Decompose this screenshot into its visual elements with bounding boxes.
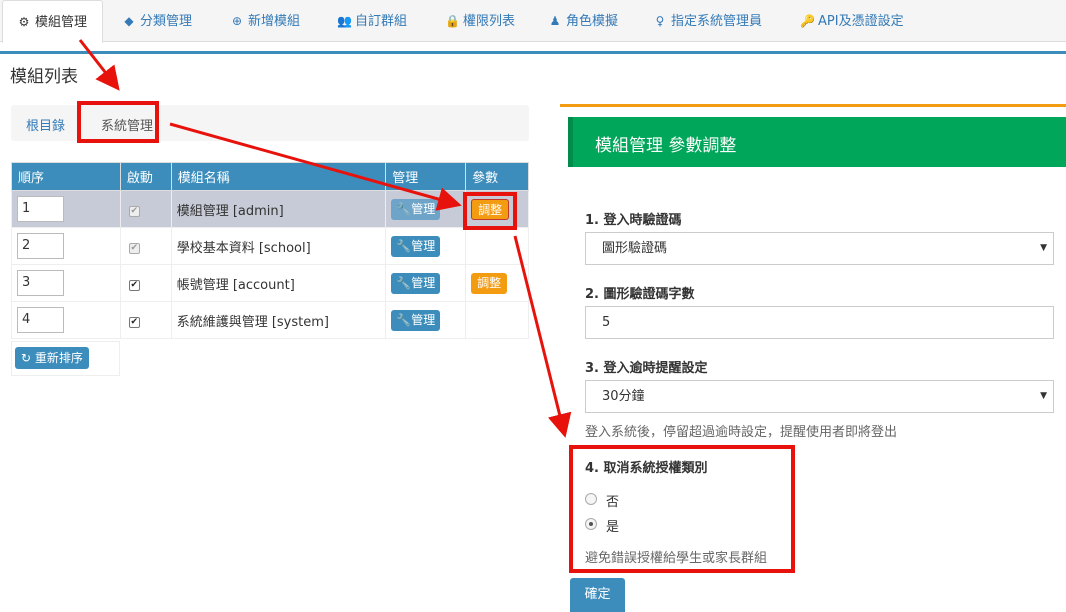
- annotation-arrow: [513, 235, 572, 438]
- annotation-arrows: [78, 39, 572, 438]
- annotation-arrow: [169, 122, 462, 211]
- annotation-arrow: [78, 39, 120, 91]
